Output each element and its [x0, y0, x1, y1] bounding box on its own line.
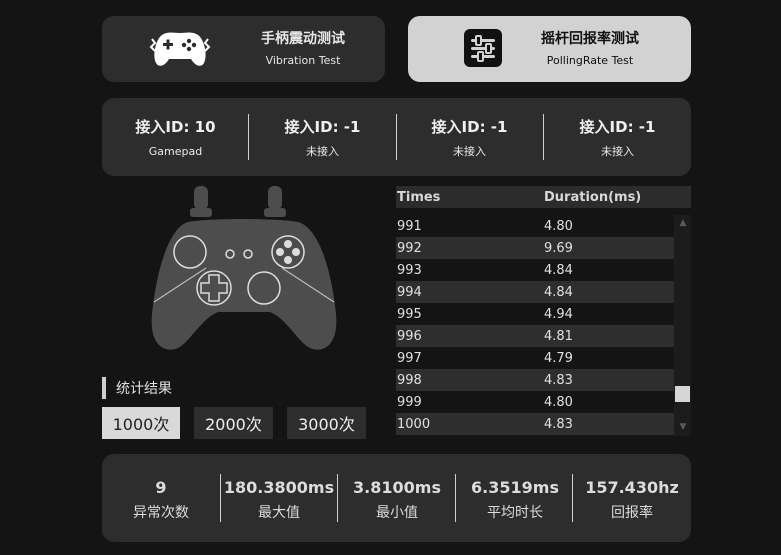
table-row: 996 4.81: [396, 325, 674, 347]
summary-abnormal-count: 9 异常次数: [102, 454, 220, 542]
stats-section-label: 统计结果: [102, 377, 172, 399]
column-header-duration: Duration(ms): [544, 189, 642, 205]
connection-panel: 接入ID: 10 Gamepad 接入ID: -1 未接入 接入ID: -1 未…: [102, 98, 691, 176]
summary-value: 9: [155, 478, 167, 497]
table-row: 998 4.83: [396, 369, 674, 391]
cell-times: 994: [397, 284, 422, 300]
cell-times: 1000: [397, 416, 431, 432]
summary-min: 3.8100ms 最小值: [338, 454, 456, 542]
cell-duration: 4.94: [544, 306, 573, 322]
table-row: 992 9.69: [396, 237, 674, 259]
connection-slot-3: 接入ID: -1 未接入: [396, 98, 543, 176]
tab-polling-rate-test[interactable]: 摇杆回报率测试 PollingRate Test: [408, 16, 691, 82]
connection-status: Gamepad: [148, 145, 203, 158]
cell-duration: 9.69: [544, 240, 573, 256]
cell-times: 993: [397, 262, 422, 278]
summary-label: 最小值: [376, 505, 418, 521]
count-2000-button[interactable]: 2000次: [194, 407, 273, 439]
connection-slot-2: 接入ID: -1 未接入: [249, 98, 396, 176]
section-marker: [102, 377, 106, 399]
count-3000-button[interactable]: 3000次: [287, 407, 366, 439]
connection-slot-4: 接入ID: -1 未接入: [544, 98, 691, 176]
sliders-icon: [464, 29, 502, 71]
cell-duration: 4.80: [544, 218, 573, 234]
connection-id: 接入ID: -1: [579, 118, 656, 136]
summary-polling-rate: 157.430hz 回报率: [573, 454, 691, 542]
summary-label: 平均时长: [487, 505, 543, 521]
cell-duration: 4.84: [544, 262, 573, 278]
cell-duration: 4.83: [544, 372, 573, 388]
summary-label: 回报率: [611, 505, 653, 521]
table-row: 994 4.84: [396, 281, 674, 303]
cell-times: 999: [397, 394, 422, 410]
summary-max: 180.3800ms 最大值: [220, 454, 338, 542]
cell-duration: 4.79: [544, 350, 573, 366]
cell-duration: 4.81: [544, 328, 573, 344]
table-header: Times Duration(ms): [396, 186, 691, 208]
stats-label-text: 统计结果: [116, 381, 172, 397]
column-header-times: Times: [397, 189, 441, 205]
connection-status: 未接入: [453, 145, 486, 158]
table-row: 997 4.79: [396, 347, 674, 369]
cell-times: 992: [397, 240, 422, 256]
summary-average: 6.3519ms 平均时长: [456, 454, 574, 542]
tab-vibration-subtitle: Vibration Test: [265, 54, 341, 67]
summary-label: 最大值: [258, 505, 300, 521]
cell-duration: 4.83: [544, 416, 573, 432]
summary-value: 6.3519ms: [471, 478, 559, 497]
summary-value: 157.430hz: [585, 478, 679, 497]
cell-duration: 4.84: [544, 284, 573, 300]
tab-vibration-test[interactable]: 手柄震动测试 Vibration Test: [102, 16, 385, 82]
cell-duration: 4.80: [544, 394, 573, 410]
scroll-up-arrow-icon[interactable]: ▲: [678, 218, 688, 228]
cell-times: 991: [397, 218, 422, 234]
cell-times: 996: [397, 328, 422, 344]
table-body[interactable]: 991 4.80 992 9.69 993 4.84 994 4.84 995 4.94 …: [396, 215, 674, 435]
cell-times: 997: [397, 350, 422, 366]
summary-label: 异常次数: [133, 505, 189, 521]
table-row: 1000 4.83: [396, 413, 674, 435]
controller-illustration: [148, 184, 340, 356]
table-scrollbar[interactable]: [674, 215, 691, 436]
connection-status: 未接入: [306, 145, 339, 158]
connection-id: 接入ID: -1: [431, 118, 508, 136]
summary-value: 180.3800ms: [223, 478, 335, 497]
table-row: 995 4.94: [396, 303, 674, 325]
summary-panel: 9 异常次数 180.3800ms 最大值 3.8100ms 最小值 6.351…: [102, 454, 691, 542]
tab-polling-title: 摇杆回报率测试: [541, 31, 639, 47]
cell-times: 998: [397, 372, 422, 388]
gamepad-vibration-icon: [148, 29, 212, 73]
scrollbar-thumb[interactable]: [675, 386, 690, 402]
table-row: 991 4.80: [396, 215, 674, 237]
table-row: 993 4.84: [396, 259, 674, 281]
summary-value: 3.8100ms: [353, 478, 441, 497]
scroll-down-arrow-icon[interactable]: ▼: [678, 422, 688, 432]
connection-status: 未接入: [601, 145, 634, 158]
tab-vibration-title: 手柄震动测试: [261, 31, 345, 47]
table-row: 999 4.80: [396, 391, 674, 413]
cell-times: 995: [397, 306, 422, 322]
tab-polling-subtitle: PollingRate Test: [546, 54, 634, 67]
count-1000-button[interactable]: 1000次: [102, 407, 180, 439]
polling-results-table: Times Duration(ms) 991 4.80 992 9.69 993 4.…: [396, 186, 691, 435]
connection-id: 接入ID: 10: [135, 118, 216, 136]
connection-id: 接入ID: -1: [284, 118, 361, 136]
connection-slot-1: 接入ID: 10 Gamepad: [102, 98, 249, 176]
